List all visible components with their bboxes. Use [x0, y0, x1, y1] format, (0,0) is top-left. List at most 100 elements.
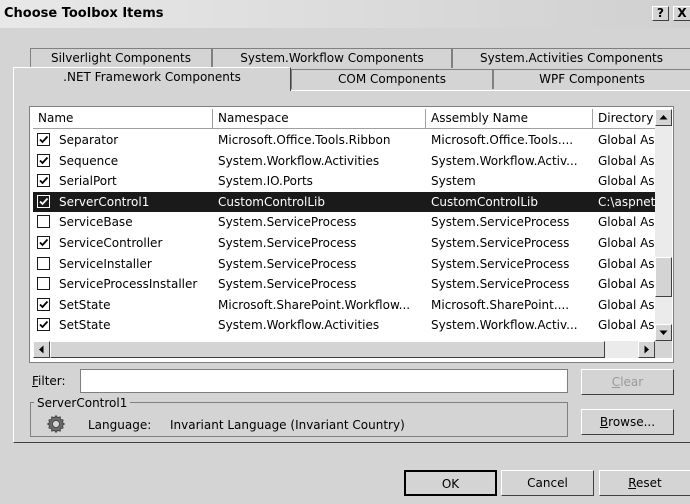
tab-system-workflow-components[interactable]: System.Workflow Components: [212, 48, 452, 68]
choose-toolbox-items-dialog: Choose Toolbox Items ? X Silverlight Com…: [0, 0, 690, 504]
cell-directory: Global Ass: [598, 174, 655, 189]
column-header-assembly-name[interactable]: Assembly Name: [426, 109, 593, 129]
cell-namespace: Microsoft.Office.Tools.Ribbon: [218, 133, 391, 147]
cell-assembly-name: System.ServiceProcess: [431, 256, 570, 271]
cell-assembly-name: System.ServiceProcess: [431, 277, 570, 292]
cell-namespace: System.ServiceProcess: [218, 277, 357, 292]
help-button[interactable]: ?: [652, 6, 669, 21]
ok-button[interactable]: OK: [404, 470, 497, 496]
list-item[interactable]: SetState System.Workflow.Activities System…: [33, 315, 655, 335]
language-label: Language:: [88, 418, 152, 432]
language-value: Invariant Language (Invariant Country): [170, 418, 405, 432]
vertical-scrollbar[interactable]: [655, 109, 672, 341]
cell-assembly-name: CustomControlLib: [431, 194, 538, 209]
cell-directory: Global Ass: [598, 277, 655, 292]
cell-assembly-name: System.ServiceProcess: [431, 215, 570, 230]
close-button[interactable]: X: [673, 6, 690, 21]
components-list[interactable]: Name Namespace Assembly Name Directory S…: [29, 106, 674, 363]
cell-directory: Global Ass: [598, 153, 655, 168]
list-item[interactable]: SerialPort System.IO.Ports System Global As…: [33, 171, 655, 191]
title-bar: Choose Toolbox Items ? X: [0, 0, 690, 28]
checkbox-checked[interactable]: [37, 236, 50, 249]
cell-directory: Global Ass: [598, 133, 655, 147]
tab-com-components[interactable]: COM Components: [291, 69, 493, 89]
vertical-scroll-thumb[interactable]: [655, 257, 672, 297]
list-item[interactable]: ServerControl1 CustomControlLib CustomCont…: [33, 191, 655, 212]
tab-system-activities-components[interactable]: System.Activities Components: [452, 48, 690, 68]
checkbox-unchecked[interactable]: [37, 277, 50, 291]
window-title: Choose Toolbox Items: [4, 6, 164, 21]
cell-namespace: System.Workflow.Activities: [218, 153, 380, 168]
details-group-title: ServerControl1: [34, 396, 131, 410]
column-header-directory[interactable]: Directory: [593, 109, 658, 129]
cell-name: ServerControl1: [59, 194, 150, 209]
horizontal-scrollbar[interactable]: [33, 341, 655, 358]
cell-name: Separator: [59, 133, 119, 147]
checkbox-checked[interactable]: [37, 133, 50, 146]
cell-name: ServiceProcessInstaller: [59, 277, 198, 292]
checkmark-icon: [39, 135, 49, 144]
cell-name: ServiceBase: [59, 215, 133, 230]
cell-name: ServiceInstaller: [59, 256, 152, 271]
scroll-right-button[interactable]: [638, 341, 655, 358]
checkbox-checked[interactable]: [37, 194, 50, 208]
tab-wpf-components[interactable]: WPF Components: [493, 69, 690, 89]
checkmark-icon: [39, 321, 49, 329]
column-header-namespace[interactable]: Namespace: [213, 109, 426, 129]
cell-assembly-name: System.ServiceProcess: [431, 236, 570, 250]
tab-silverlight-components[interactable]: Silverlight Components: [30, 48, 212, 68]
clear-button[interactable]: Clear: [581, 369, 674, 395]
arrow-left-icon: [39, 345, 44, 354]
cell-namespace: CustomControlLib: [218, 194, 325, 209]
cell-name: Sequence: [59, 153, 119, 168]
cell-assembly-name: System: [431, 174, 476, 189]
column-header-name[interactable]: Name: [33, 109, 213, 129]
reset-button[interactable]: Reset: [599, 470, 690, 496]
cell-assembly-name: System.Workflow.Activ...: [431, 318, 578, 333]
list-item[interactable]: ServiceProcessInstaller System.ServicePro…: [33, 274, 655, 294]
list-item[interactable]: SetState Microsoft.SharePoint.Workflow...…: [33, 295, 655, 315]
checkmark-icon: [39, 300, 49, 309]
arrow-right-icon: [644, 345, 649, 354]
cell-namespace: System.ServiceProcess: [218, 236, 357, 250]
list-header: Name Namespace Assembly Name Directory: [33, 109, 673, 129]
scroll-left-button[interactable]: [33, 341, 50, 358]
cell-name: ServiceController: [59, 236, 163, 250]
checkbox-checked[interactable]: [37, 318, 50, 332]
checkbox-checked[interactable]: [37, 297, 50, 311]
cancel-button[interactable]: Cancel: [501, 470, 594, 496]
scroll-up-button[interactable]: [655, 109, 672, 126]
checkmark-icon: [39, 156, 49, 164]
list-item[interactable]: Sequence System.Workflow.Activities System…: [33, 151, 655, 171]
cell-namespace: System.Workflow.Activities: [218, 318, 380, 333]
arrow-down-icon: [659, 330, 668, 335]
checkbox-unchecked[interactable]: [37, 256, 50, 270]
list-item[interactable]: ServiceController System.ServiceProcess Sy…: [33, 233, 655, 253]
cell-directory: Global Ass: [598, 215, 655, 230]
cell-assembly-name: Microsoft.SharePoint....: [431, 297, 570, 312]
cell-directory: Global Ass: [598, 236, 655, 250]
cell-directory: C:\aspnet: [598, 194, 655, 209]
checkbox-checked[interactable]: [37, 153, 50, 167]
scroll-down-button[interactable]: [655, 324, 672, 341]
checkbox-checked[interactable]: [37, 174, 50, 188]
checkbox-unchecked[interactable]: [37, 215, 50, 229]
horizontal-scroll-thumb[interactable]: [50, 341, 605, 358]
browse-button[interactable]: Browse...: [581, 409, 674, 435]
filter-label: Filter:: [32, 374, 66, 388]
cell-namespace: System.ServiceProcess: [218, 256, 357, 271]
cell-namespace: System.IO.Ports: [218, 174, 313, 189]
filter-input[interactable]: [80, 369, 568, 393]
scrollbar-corner: [655, 341, 672, 358]
list-item[interactable]: ServiceInstaller System.ServiceProcess Sys…: [33, 254, 655, 274]
cell-name: SetState: [59, 318, 111, 333]
list-item[interactable]: ServiceBase System.ServiceProcess System.S…: [33, 212, 655, 232]
tab-net-framework-components[interactable]: .NET Framework Components: [13, 67, 291, 91]
arrow-up-icon: [659, 115, 668, 120]
cell-directory: Global Ass: [598, 297, 655, 312]
cell-directory: Global Ass: [598, 256, 655, 271]
cell-directory: Global Ass: [598, 318, 655, 333]
checkmark-icon: [39, 238, 49, 247]
cell-namespace: System.ServiceProcess: [218, 215, 357, 230]
list-item[interactable]: Separator Microsoft.Office.Tools.Ribbon Mi…: [33, 130, 655, 150]
